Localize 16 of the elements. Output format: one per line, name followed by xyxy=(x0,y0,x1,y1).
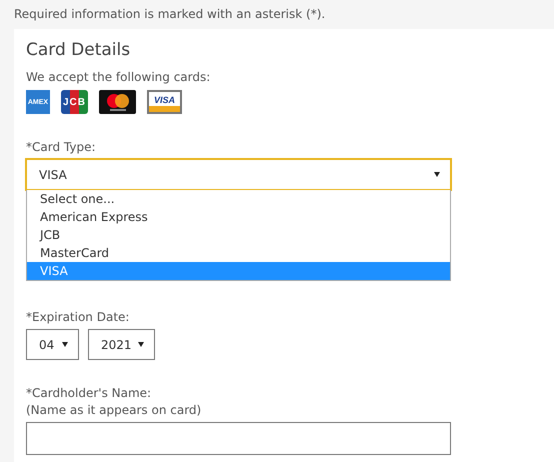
card-logo: VISA xyxy=(147,90,182,114)
required-notice: Required information is marked with an asterisk (*). xyxy=(14,7,326,21)
card-type-select[interactable]: VISA xyxy=(26,159,451,190)
accepted-cards-label: We accept the following cards: xyxy=(26,69,212,86)
field-label: *Expiration Date: xyxy=(26,309,130,326)
month-select[interactable]: 04 xyxy=(26,329,79,360)
caret-icon xyxy=(138,342,144,347)
field-label: *Card Type: xyxy=(26,139,96,156)
card-logo-icon xyxy=(99,90,136,114)
field-label: *Cardholder's Name: xyxy=(26,385,152,402)
year-select[interactable]: 2021 xyxy=(88,329,155,360)
caret-icon xyxy=(434,172,440,177)
field-hint: (Name as it appears on card) xyxy=(26,402,202,419)
cardholder-name-input[interactable] xyxy=(26,422,451,455)
caret-icon xyxy=(62,342,68,347)
section-title: Card Details xyxy=(26,40,132,60)
